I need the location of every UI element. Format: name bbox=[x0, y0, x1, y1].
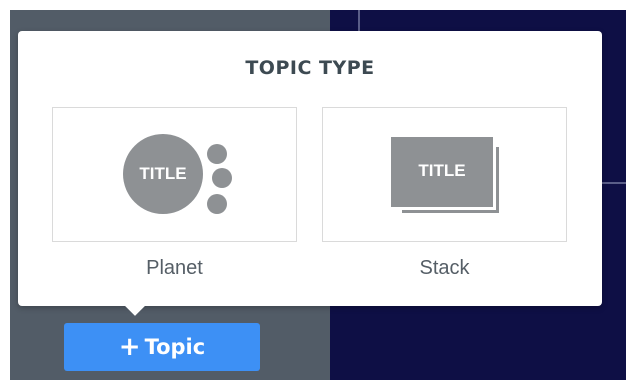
topic-type-popover: TOPIC TYPE TITLE Planet TITLE Stack bbox=[18, 31, 602, 316]
grid-line bbox=[600, 182, 626, 184]
topic-type-option-planet[interactable]: TITLE Planet bbox=[52, 107, 297, 292]
topic-type-option-stack[interactable]: TITLE Stack bbox=[322, 107, 567, 292]
plus-icon: + bbox=[118, 332, 141, 362]
moon-dot bbox=[207, 144, 227, 164]
moon-dot bbox=[212, 168, 232, 188]
popover-title: TOPIC TYPE bbox=[245, 57, 375, 79]
option-label[interactable]: Stack bbox=[322, 257, 567, 280]
moon-dot bbox=[207, 194, 227, 214]
option-card[interactable]: TITLE bbox=[52, 107, 297, 242]
planet-icon: TITLE bbox=[123, 134, 203, 214]
option-card[interactable]: TITLE bbox=[322, 107, 567, 242]
add-topic-label: Topic bbox=[144, 335, 206, 359]
stack-icon: TITLE bbox=[391, 137, 496, 210]
option-label[interactable]: Planet bbox=[52, 257, 297, 280]
add-topic-button[interactable]: + Topic bbox=[64, 323, 260, 371]
icon-title-text: TITLE bbox=[418, 161, 466, 180]
grid-line bbox=[358, 10, 360, 32]
icon-title-text: TITLE bbox=[139, 164, 187, 183]
